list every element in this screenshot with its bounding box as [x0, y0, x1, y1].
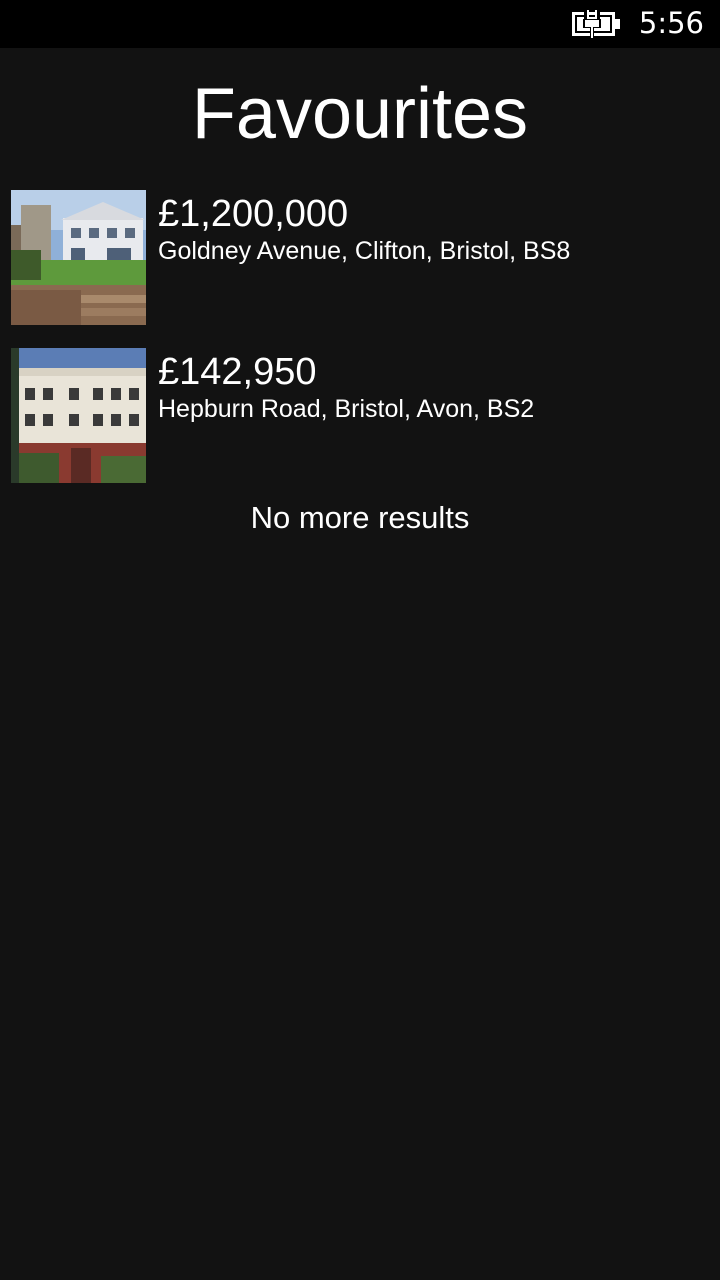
listing-price: £1,200,000: [158, 193, 349, 235]
listing-item[interactable]: £142,950 Hepburn Road, Bristol, Avon, BS…: [11, 348, 711, 484]
listing-price: £142,950: [158, 351, 317, 393]
listing-thumbnail-apartment[interactable]: [11, 348, 146, 483]
listing-thumbnail-house[interactable]: [11, 190, 146, 325]
listing-item[interactable]: £1,200,000 Goldney Avenue, Clifton, Bris…: [11, 190, 711, 326]
page-title: Favourites: [191, 74, 529, 154]
listing-address: Hepburn Road, Bristol, Avon, BS2: [158, 395, 535, 423]
battery-charging-icon: [572, 10, 622, 38]
no-more-results-label: No more results: [250, 500, 470, 535]
clock-time: 5:56: [638, 6, 704, 40]
listing-address: Goldney Avenue, Clifton, Bristol, BS8: [158, 237, 571, 265]
status-bar: 5:56: [0, 0, 720, 48]
